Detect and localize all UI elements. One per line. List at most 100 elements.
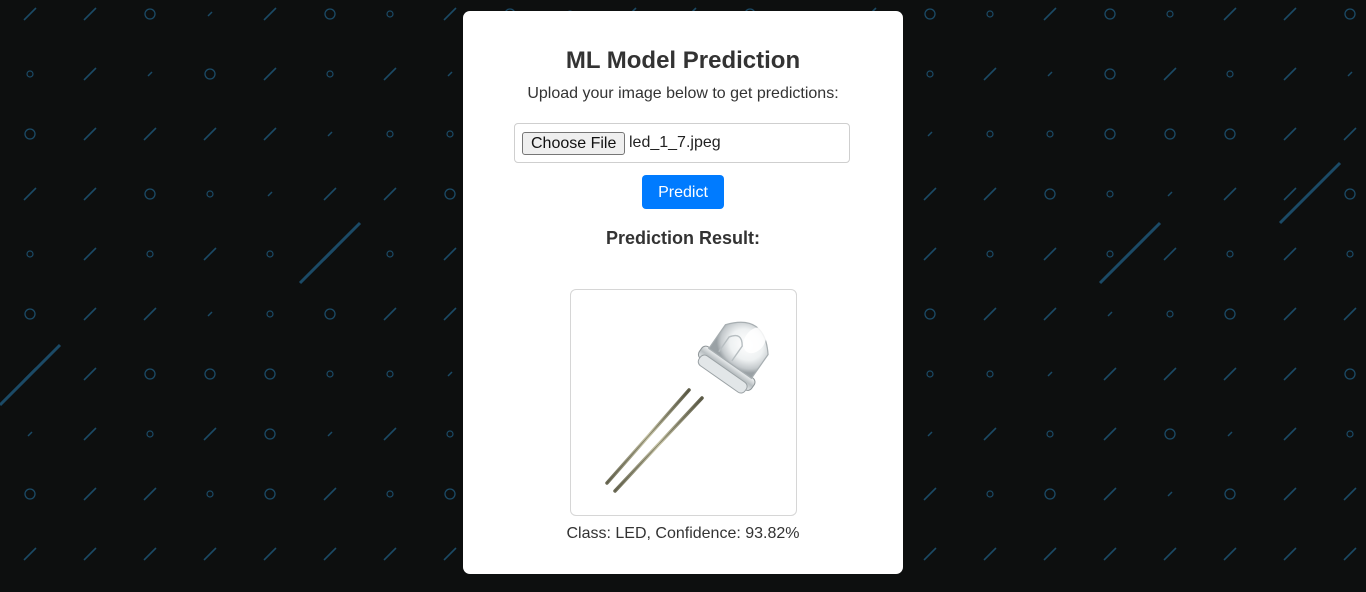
pattern-circle [444, 488, 456, 500]
pattern-circle [144, 8, 156, 20]
file-upload-field[interactable]: Choose File led_1_7.jpeg [514, 123, 850, 163]
pattern-slash [83, 427, 97, 441]
pattern-slash [983, 307, 997, 321]
pattern-slash [1043, 307, 1057, 321]
pattern-slash [23, 7, 37, 21]
pattern-slash [1283, 247, 1297, 261]
pattern-slash [1223, 187, 1237, 201]
pattern-circle [1344, 188, 1356, 200]
pattern-circle [924, 308, 936, 320]
pattern-slash [83, 7, 97, 21]
pattern-slash [983, 187, 997, 201]
predict-button[interactable]: Predict [642, 175, 724, 209]
pattern-tick [267, 191, 273, 197]
pattern-tick [1047, 371, 1053, 377]
pattern-slash [323, 187, 337, 201]
pattern-slash [263, 127, 277, 141]
pattern-slash [443, 547, 457, 561]
pattern-dot [1046, 430, 1054, 438]
pattern-dot [446, 130, 454, 138]
pattern-slash [203, 127, 217, 141]
pattern-slash [1223, 367, 1237, 381]
pattern-slash [1283, 487, 1297, 501]
pattern-slash [1223, 7, 1237, 21]
pattern-slash [203, 427, 217, 441]
pattern-circle [1104, 68, 1116, 80]
pattern-circle [1344, 368, 1356, 380]
confidence-value: 93.82% [745, 525, 800, 542]
pattern-long-slash [0, 343, 62, 407]
pattern-dot [1166, 310, 1174, 318]
pattern-slash [263, 67, 277, 81]
pattern-slash [23, 547, 37, 561]
pattern-dot [1346, 430, 1354, 438]
pattern-circle [204, 68, 216, 80]
pattern-tick [1347, 71, 1353, 77]
choose-file-button[interactable]: Choose File [522, 132, 626, 155]
pattern-slash [1283, 67, 1297, 81]
pattern-dot [266, 310, 274, 318]
pattern-slash [83, 67, 97, 81]
pattern-circle [324, 8, 336, 20]
pattern-slash [83, 127, 97, 141]
pattern-slash [83, 307, 97, 321]
pattern-slash [83, 487, 97, 501]
pattern-dot [386, 490, 394, 498]
pattern-slash [1283, 7, 1297, 21]
pattern-slash [1043, 547, 1057, 561]
pattern-dot [386, 10, 394, 18]
pattern-slash [383, 427, 397, 441]
pattern-slash [923, 247, 937, 261]
pattern-slash [263, 547, 277, 561]
pattern-circle [204, 368, 216, 380]
pattern-slash [1043, 247, 1057, 261]
confidence-prefix: , Confidence: [646, 525, 746, 542]
pattern-slash [1343, 547, 1357, 561]
pattern-dot [986, 490, 994, 498]
pattern-circle [24, 308, 36, 320]
pattern-slash [1103, 547, 1117, 561]
pattern-slash [923, 187, 937, 201]
pattern-slash [1103, 367, 1117, 381]
pattern-dot [926, 370, 934, 378]
pattern-dot [386, 250, 394, 258]
pattern-circle [924, 8, 936, 20]
pattern-dot [926, 70, 934, 78]
pattern-slash [1283, 187, 1297, 201]
pattern-long-slash [1278, 161, 1342, 225]
pattern-slash [1043, 7, 1057, 21]
prediction-result-heading: Prediction Result: [605, 228, 761, 248]
pattern-slash [443, 247, 457, 261]
pattern-tick [927, 131, 933, 137]
pattern-slash [1163, 247, 1177, 261]
pattern-circle [1104, 128, 1116, 140]
pattern-circle [1344, 8, 1356, 20]
pattern-slash [383, 67, 397, 81]
pattern-long-slash [298, 221, 362, 285]
pattern-tick [147, 71, 153, 77]
page-title: ML Model Prediction [565, 47, 801, 74]
pattern-circle [264, 428, 276, 440]
pattern-dot [206, 190, 214, 198]
pattern-dot [206, 490, 214, 498]
pattern-dot [986, 130, 994, 138]
pattern-slash [323, 547, 337, 561]
pattern-dot [146, 250, 154, 258]
pattern-tick [447, 371, 453, 377]
prediction-result-text: Class: LED, Confidence: 93.82% [463, 525, 903, 543]
pattern-slash [203, 547, 217, 561]
pattern-slash [1163, 547, 1177, 561]
pattern-dot [1226, 250, 1234, 258]
pattern-dot [1346, 250, 1354, 258]
class-prefix: Class: [566, 525, 616, 542]
pattern-slash [143, 307, 157, 321]
pattern-slash [143, 127, 157, 141]
pattern-tick [1107, 311, 1113, 317]
pattern-circle [1224, 308, 1236, 320]
pattern-tick [1167, 191, 1173, 197]
pattern-dot [1046, 130, 1054, 138]
pattern-slash [443, 7, 457, 21]
pattern-circle [24, 128, 36, 140]
pattern-circle [324, 308, 336, 320]
pattern-slash [203, 247, 217, 261]
